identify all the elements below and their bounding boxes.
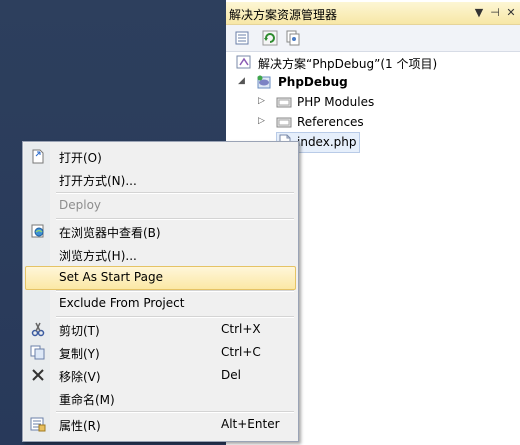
menu-item-rename[interactable]: 重命名(M) [24, 387, 297, 409]
show-all-files-icon[interactable] [284, 29, 302, 47]
dropdown-arrow-icon[interactable]: ▼ [472, 6, 486, 20]
solution-label: 解决方案“PhpDebug”(1 个项目) [258, 57, 438, 71]
tree-item-solution[interactable]: 解决方案“PhpDebug”(1 个项目) [236, 52, 516, 72]
open-icon [32, 149, 44, 164]
menu-item-exclude-from-project[interactable]: Exclude From Project [24, 292, 297, 314]
copy-icon [30, 345, 45, 360]
menu-item-label: 重命名(M) [59, 393, 115, 407]
menu-item-label: 移除(V) [59, 370, 101, 384]
collapse-arrow-icon[interactable]: ◢ [238, 76, 245, 86]
tree-item-label: References [297, 115, 364, 129]
menu-item-copy[interactable]: 复制(Y) Ctrl+C [24, 341, 297, 363]
remove-icon [32, 369, 44, 381]
menu-item-shortcut: Ctrl+C [221, 345, 261, 359]
solution-icon [236, 55, 251, 69]
tree-item-project[interactable]: ◢ PhpDebug [236, 72, 516, 92]
menu-item-label: 在浏览器中查看(B) [59, 226, 161, 240]
properties-icon[interactable] [234, 29, 252, 47]
menu-item-label: 打开(O) [59, 151, 102, 165]
menu-item-label: 剪切(T) [59, 324, 100, 338]
panel-titlebar: 解决方案资源管理器 ▼ ⊣ ✕ [226, 2, 520, 25]
context-menu: 打开(O) 打开方式(N)... Deploy 在浏览器中查看(B) 浏览方式(… [22, 141, 299, 442]
menu-item-properties[interactable]: 属性(R) Alt+Enter [24, 413, 297, 435]
pin-icon[interactable]: ⊣ [488, 6, 502, 20]
panel-toolbar [226, 25, 520, 52]
expand-arrow-icon[interactable]: ▷ [258, 116, 265, 126]
menu-item-set-as-start-page[interactable]: Set As Start Page [25, 266, 296, 290]
references-icon [276, 117, 292, 128]
refresh-icon[interactable] [261, 29, 279, 47]
menu-item-label: Set As Start Page [59, 270, 163, 284]
menu-item-label: Exclude From Project [59, 296, 185, 310]
menu-item-shortcut: Ctrl+X [221, 322, 261, 336]
menu-item-shortcut: Alt+Enter [221, 417, 280, 431]
panel-title: 解决方案资源管理器 [229, 8, 338, 22]
project-label: PhpDebug [278, 75, 348, 89]
tree-item-references[interactable]: ▷ References [236, 112, 516, 132]
menu-item-view-in-browser[interactable]: 在浏览器中查看(B) [24, 220, 297, 242]
view-in-browser-icon [31, 224, 44, 238]
menu-item-label: 打开方式(N)... [59, 174, 137, 188]
menu-item-label: 属性(R) [59, 419, 101, 433]
expand-arrow-icon[interactable]: ▷ [258, 96, 265, 106]
folder-references-icon [276, 97, 292, 108]
cut-icon [31, 322, 45, 337]
close-icon[interactable]: ✕ [504, 6, 518, 20]
menu-item-label: Deploy [59, 198, 102, 212]
menu-item-cut[interactable]: 剪切(T) Ctrl+X [24, 318, 297, 340]
menu-item-shortcut: Del [221, 368, 241, 382]
menu-item-open-with[interactable]: 打开方式(N)... [24, 168, 297, 190]
tree-item-php-modules[interactable]: ▷ PHP Modules [236, 92, 516, 112]
menu-item-remove[interactable]: 移除(V) Del [24, 364, 297, 386]
tree-item-label: PHP Modules [297, 95, 375, 109]
php-project-icon [257, 75, 271, 89]
menu-item-deploy: Deploy [24, 194, 297, 216]
menu-item-browse-with[interactable]: 浏览方式(H)... [24, 243, 297, 265]
tree-item-label: index.php [297, 135, 357, 149]
properties-icon [30, 417, 46, 432]
menu-item-open[interactable]: 打开(O) [24, 145, 297, 167]
menu-item-label: 复制(Y) [59, 347, 100, 361]
menu-item-label: 浏览方式(H)... [59, 249, 137, 263]
